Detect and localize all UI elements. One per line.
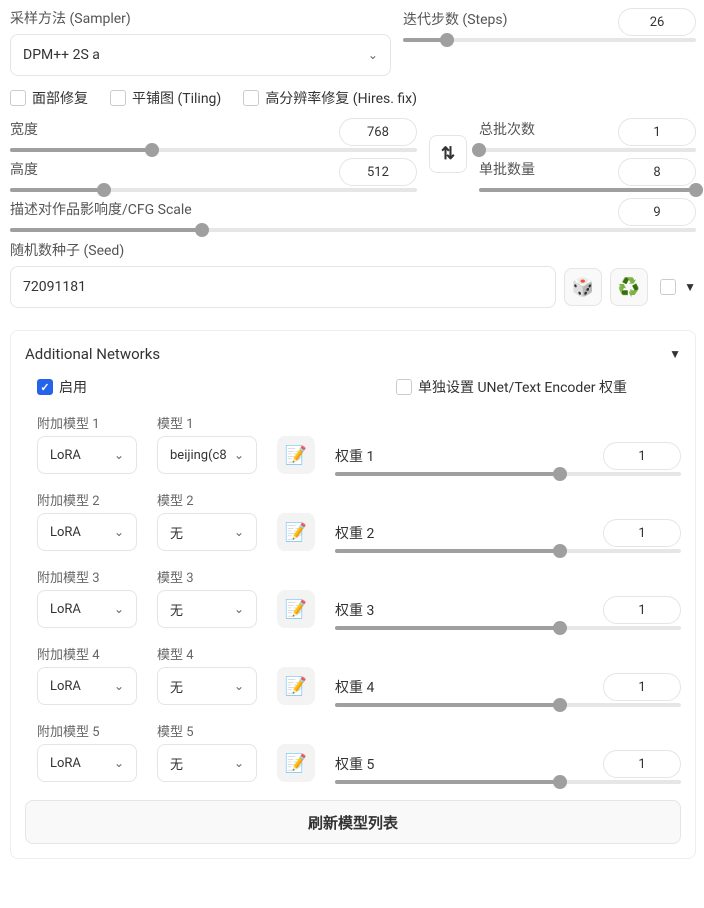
refresh-models-button[interactable]: 刷新模型列表	[25, 800, 681, 844]
dice-icon: 🎲	[572, 277, 594, 298]
model-label: 模型 3	[157, 567, 257, 586]
chevron-down-icon: ⌄	[114, 679, 124, 693]
height-value[interactable]: 512	[339, 158, 417, 186]
model-dropdown[interactable]: 无 ⌄	[157, 744, 257, 782]
edit-icon: 📝	[285, 522, 307, 543]
edit-icon: 📝	[285, 599, 307, 620]
chevron-down-icon: ⌄	[114, 448, 124, 462]
network-row: 附加模型 2 LoRA ⌄ 模型 2 无 ⌄ 📝 权重 2 1	[37, 490, 681, 551]
network-row: 附加模型 3 LoRA ⌄ 模型 3 无 ⌄ 📝 权重 3 1	[37, 567, 681, 628]
addon-model-dropdown[interactable]: LoRA ⌄	[37, 436, 137, 474]
edit-icon: 📝	[285, 445, 307, 466]
network-row: 附加模型 4 LoRA ⌄ 模型 4 无 ⌄ 📝 权重 4 1	[37, 644, 681, 705]
reuse-seed-button[interactable]: ♻️	[610, 268, 648, 306]
width-value[interactable]: 768	[339, 118, 417, 146]
chevron-down-icon: ⌄	[114, 756, 124, 770]
sampler-label: 采样方法 (Sampler)	[10, 8, 391, 28]
chevron-down-icon: ⌄	[234, 756, 244, 770]
edit-icon: 📝	[285, 753, 307, 774]
hires-fix-checkbox[interactable]: 高分辨率修复 (Hires. fix)	[243, 88, 417, 108]
model-label: 模型 5	[157, 721, 257, 740]
addon-model-label: 附加模型 1	[37, 413, 137, 432]
batch-count-label: 总批次数	[479, 119, 535, 139]
seed-input[interactable]: 72091181	[10, 266, 556, 308]
addon-model-dropdown[interactable]: LoRA ⌄	[37, 667, 137, 705]
edit-model-button[interactable]: 📝	[277, 667, 315, 705]
chevron-down-icon: ⌄	[114, 525, 124, 539]
addon-model-label: 附加模型 4	[37, 644, 137, 663]
edit-model-button[interactable]: 📝	[277, 744, 315, 782]
recycle-icon: ♻️	[618, 277, 640, 298]
face-restore-checkbox[interactable]: 面部修复	[10, 88, 88, 108]
weight-value[interactable]: 1	[603, 596, 681, 624]
weight-value[interactable]: 1	[603, 519, 681, 547]
cfg-value[interactable]: 9	[618, 198, 696, 226]
weight-label: 权重 4	[335, 677, 374, 697]
steps-value[interactable]: 26	[618, 8, 696, 36]
batch-size-value[interactable]: 8	[618, 158, 696, 186]
chevron-down-icon: ⌄	[368, 48, 378, 62]
addon-model-label: 附加模型 2	[37, 490, 137, 509]
weight-value[interactable]: 1	[603, 673, 681, 701]
weight-label: 权重 5	[335, 754, 374, 774]
width-label: 宽度	[10, 119, 38, 139]
edit-model-button[interactable]: 📝	[277, 590, 315, 628]
addon-model-dropdown[interactable]: LoRA ⌄	[37, 590, 137, 628]
model-dropdown[interactable]: 无 ⌄	[157, 513, 257, 551]
model-dropdown[interactable]: 无 ⌄	[157, 667, 257, 705]
seed-label: 随机数种子 (Seed)	[10, 240, 696, 260]
chevron-down-icon: ⌄	[234, 448, 244, 462]
collapse-icon[interactable]: ▼	[669, 347, 681, 361]
model-dropdown[interactable]: 无 ⌄	[157, 590, 257, 628]
chevron-down-icon: ⌄	[234, 525, 244, 539]
weight-label: 权重 1	[335, 446, 374, 466]
enable-checkbox[interactable]: ✓启用	[37, 377, 87, 397]
model-label: 模型 4	[157, 644, 257, 663]
chevron-down-icon: ⌄	[234, 679, 244, 693]
model-label: 模型 2	[157, 490, 257, 509]
cfg-label: 描述对作品影响度/CFG Scale	[10, 199, 192, 219]
swap-icon: ⇅	[441, 144, 455, 164]
weight-value[interactable]: 1	[603, 750, 681, 778]
sampler-dropdown[interactable]: DPM++ 2S a ⌄	[10, 34, 391, 76]
height-label: 高度	[10, 159, 38, 179]
edit-model-button[interactable]: 📝	[277, 436, 315, 474]
network-row: 附加模型 1 LoRA ⌄ 模型 1 beijing(c8 ⌄ 📝 权重 1 1	[37, 413, 681, 474]
chevron-down-icon: ⌄	[234, 602, 244, 616]
weight-value[interactable]: 1	[603, 442, 681, 470]
model-dropdown[interactable]: beijing(c8 ⌄	[157, 436, 257, 474]
sampler-value: DPM++ 2S a	[23, 47, 100, 63]
model-label: 模型 1	[157, 413, 257, 432]
weight-label: 权重 3	[335, 600, 374, 620]
batch-count-value[interactable]: 1	[618, 118, 696, 146]
extra-seed-checkbox[interactable]	[660, 279, 676, 295]
steps-label: 迭代步数 (Steps)	[403, 9, 508, 29]
additional-networks-panel: Additional Networks ▼ ✓启用 单独设置 UNet/Text…	[10, 330, 696, 859]
panel-title: Additional Networks	[25, 345, 160, 363]
tiling-checkbox[interactable]: 平铺图 (Tiling)	[110, 88, 221, 108]
caret-down-icon[interactable]: ▼	[684, 280, 696, 294]
edit-model-button[interactable]: 📝	[277, 513, 315, 551]
addon-model-dropdown[interactable]: LoRA ⌄	[37, 744, 137, 782]
batch-size-label: 单批数量	[479, 159, 535, 179]
weight-label: 权重 2	[335, 523, 374, 543]
addon-model-dropdown[interactable]: LoRA ⌄	[37, 513, 137, 551]
addon-model-label: 附加模型 3	[37, 567, 137, 586]
edit-icon: 📝	[285, 676, 307, 697]
separate-weights-checkbox[interactable]: 单独设置 UNet/Text Encoder 权重	[396, 377, 681, 397]
chevron-down-icon: ⌄	[114, 602, 124, 616]
swap-wh-button[interactable]: ⇅	[429, 135, 467, 173]
random-seed-button[interactable]: 🎲	[564, 268, 602, 306]
addon-model-label: 附加模型 5	[37, 721, 137, 740]
network-row: 附加模型 5 LoRA ⌄ 模型 5 无 ⌄ 📝 权重 5 1	[37, 721, 681, 782]
